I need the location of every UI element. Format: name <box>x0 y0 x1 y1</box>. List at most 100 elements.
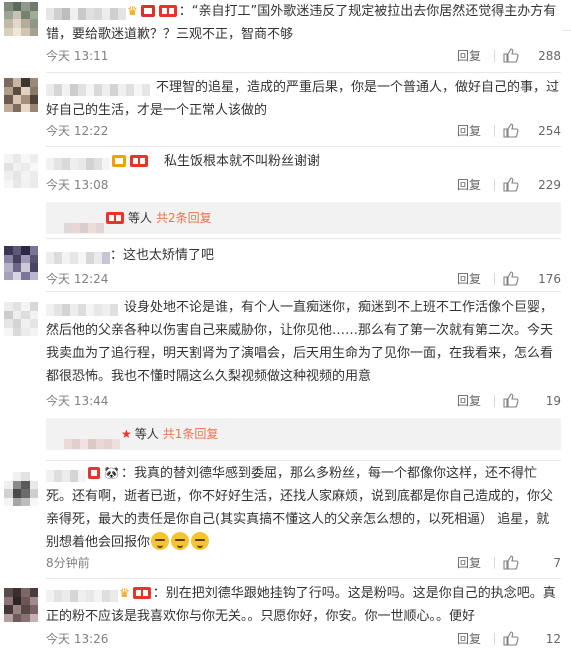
comment-divider <box>46 238 561 239</box>
vip-badge-icon <box>140 4 155 17</box>
comment-text: ♛ ：别在把刘德华跟她挂钩了行吗。这是粉吗。这是你自己的执念吧。真正的粉不应该是我… <box>46 582 561 628</box>
like-button[interactable]: 176 <box>501 270 561 288</box>
comment-meta: 今天 13:44 回复 19 <box>46 392 561 410</box>
reply-button[interactable]: 回复 <box>457 630 481 648</box>
top-divider-fragment <box>562 30 571 40</box>
like-count: 19 <box>545 394 561 408</box>
like-button[interactable]: 19 <box>501 392 561 410</box>
like-button[interactable]: 7 <box>501 554 561 572</box>
comment-body: 设身处地不论是谁，有个人一直痴迷你，痴迷到不上班不工作活像个巨婴，然后他的父亲各… <box>46 300 554 384</box>
divider <box>494 557 495 569</box>
thumbs-up-icon <box>503 555 519 570</box>
divider <box>494 179 495 191</box>
username-mosaic[interactable] <box>46 249 110 264</box>
like-count: 12 <box>545 632 561 646</box>
reply-button[interactable]: 回复 <box>457 270 481 288</box>
timestamp: 今天 12:22 <box>46 124 109 138</box>
comment-body: ：我真的替刘德华感到委屈，那么多粉丝，每一个都像你这样，还不得忙死。还有啊，逝者… <box>46 466 554 550</box>
like-count: 176 <box>538 272 561 286</box>
reply-button[interactable]: 回复 <box>457 392 481 410</box>
subreply-summary[interactable]: ★ 等人 共1条回复 <box>46 418 561 450</box>
comment-divider <box>46 460 561 461</box>
subreply-summary[interactable]: 等人 共2条回复 <box>46 202 561 234</box>
crown-icon: ♛ <box>119 586 130 600</box>
speechless-face-emoji <box>171 531 190 550</box>
divider <box>494 50 495 62</box>
avatar[interactable] <box>4 2 38 36</box>
comment-divider <box>46 291 561 292</box>
crown-icon: ♛ <box>127 4 138 18</box>
comment-text: ♛ ：“亲自打工”国外歌迷违反了规定被拉出去你居然还觉得主办方有错，要给歌迷道歉？… <box>46 0 561 46</box>
comment-text: ：这也太矫情了吧 <box>46 244 561 267</box>
vip-badge-icon <box>130 154 148 167</box>
like-button[interactable]: 288 <box>501 47 561 65</box>
avatar[interactable] <box>4 246 38 280</box>
comment-meta: 今天 12:24 回复 176 <box>46 270 561 288</box>
username-mosaic[interactable] <box>46 301 118 316</box>
comment-text: 🐼 ：我真的替刘德华感到委屈，那么多粉丝，每一个都像你这样，还不得忙死。还有啊，逝… <box>46 462 561 554</box>
star-icon: ★ <box>121 427 132 441</box>
divider <box>494 633 495 645</box>
comment-meta: 8分钟前 回复 7 <box>46 554 561 572</box>
like-count: 254 <box>538 124 561 138</box>
reply-button[interactable]: 回复 <box>457 122 481 140</box>
divider <box>494 273 495 285</box>
speechless-face-emoji <box>191 531 210 550</box>
divider <box>494 395 495 407</box>
comment-meta: 今天 13:11 回复 288 <box>46 47 561 65</box>
timestamp: 今天 12:24 <box>46 272 109 286</box>
like-button[interactable]: 254 <box>501 122 561 140</box>
reply-button[interactable]: 回复 <box>457 47 481 65</box>
vip-badge-icon <box>88 466 100 479</box>
comment-divider <box>46 146 561 147</box>
reply-button[interactable]: 回复 <box>457 176 481 194</box>
timestamp: 今天 13:44 <box>46 394 109 408</box>
like-count: 288 <box>538 49 561 63</box>
timestamp: 8分钟前 <box>46 556 90 570</box>
timestamp: 今天 13:08 <box>46 178 109 192</box>
comment-meta: 今天 13:26 回复 12 <box>46 630 561 648</box>
comment-divider <box>46 578 561 579</box>
vip-badge-icon <box>132 586 151 599</box>
comment-divider <box>46 72 561 73</box>
vip-badge-icon <box>106 211 124 224</box>
username-mosaic[interactable] <box>46 467 86 482</box>
timestamp: 今天 13:26 <box>46 632 109 646</box>
vip-badge-icon <box>158 4 177 17</box>
username-mosaic[interactable] <box>46 587 118 602</box>
comment-text: 私生饭根本就不叫粉丝谢谢 <box>46 150 561 173</box>
like-count: 7 <box>553 556 561 570</box>
comment-body: 私生饭根本就不叫粉丝谢谢 <box>164 154 321 169</box>
like-count: 229 <box>538 178 561 192</box>
thumbs-up-icon <box>503 393 519 408</box>
comment-meta: 今天 13:08 回复 229 <box>46 176 561 194</box>
panda-icon: 🐼 <box>104 466 119 480</box>
username-mosaic[interactable] <box>46 81 150 96</box>
thumbs-up-icon <box>503 123 519 138</box>
username-mosaic[interactable] <box>46 5 126 20</box>
subreply-label: 等人 <box>134 427 159 441</box>
more-replies-link[interactable]: 共1条回复 <box>163 427 219 441</box>
like-button[interactable]: 229 <box>501 176 561 194</box>
avatar[interactable] <box>4 588 38 622</box>
thumbs-up-icon <box>503 177 519 192</box>
username-mosaic <box>64 213 104 233</box>
comment-text: 设身处地不论是谁，有个人一直痴迷你，痴迷到不上班不工作活像个巨婴，然后他的父亲各… <box>46 296 561 388</box>
comment-meta: 今天 12:22 回复 254 <box>46 122 561 140</box>
timestamp: 今天 13:11 <box>46 49 109 63</box>
thumbs-up-icon <box>503 631 519 646</box>
thumbs-up-icon <box>503 48 519 63</box>
vip-badge-icon <box>112 154 126 167</box>
avatar[interactable] <box>4 472 38 506</box>
avatar[interactable] <box>4 302 38 336</box>
more-replies-link[interactable]: 共2条回复 <box>156 211 212 225</box>
avatar[interactable] <box>4 154 38 188</box>
username-mosaic[interactable] <box>46 155 110 170</box>
reply-button[interactable]: 回复 <box>457 554 481 572</box>
thumbs-up-icon <box>503 271 519 286</box>
comment-body: ：这也太矫情了吧 <box>110 248 215 263</box>
avatar[interactable] <box>4 78 38 112</box>
like-button[interactable]: 12 <box>501 630 561 648</box>
divider <box>494 125 495 137</box>
speechless-face-emoji <box>151 531 170 550</box>
